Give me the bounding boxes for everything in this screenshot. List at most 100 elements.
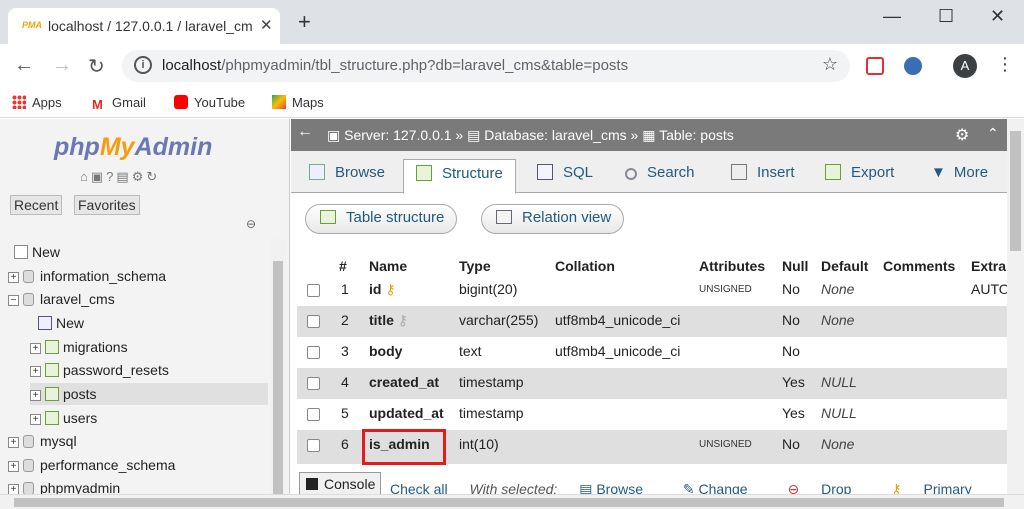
tree-item-users[interactable]: + users [30, 407, 97, 429]
expand-icon[interactable]: + [30, 390, 41, 401]
console-button[interactable]: Console [299, 472, 381, 496]
bookmark-apps[interactable]: Apps [12, 95, 62, 110]
column-name[interactable]: created_at [369, 374, 439, 390]
close-window-icon[interactable]: ✕ [990, 6, 1005, 27]
row-num: 1 [341, 281, 349, 297]
expand-icon[interactable]: + [8, 437, 19, 448]
row-num: 4 [341, 374, 349, 390]
tree-item-posts[interactable]: + posts [30, 383, 268, 405]
column-type: timestamp [459, 374, 524, 390]
column-default: NULL [821, 374, 857, 390]
table-icon [45, 387, 59, 401]
expand-icon[interactable]: + [8, 272, 19, 283]
expand-icon[interactable]: + [8, 461, 19, 472]
docs-icon[interactable]: ▤ [116, 169, 131, 184]
expand-icon[interactable]: + [30, 414, 41, 425]
tree-item-mysql[interactable]: + mysql [8, 430, 77, 452]
new-tab-button[interactable]: + [298, 11, 311, 33]
tab-search[interactable]: Search [625, 159, 695, 193]
back-icon[interactable]: ← [14, 54, 34, 77]
column-name[interactable]: updated_at [369, 405, 444, 421]
tree-item-information-schema[interactable]: + information_schema [8, 265, 166, 287]
row-checkbox[interactable] [307, 408, 320, 421]
bookmark-maps[interactable]: Maps [272, 95, 324, 110]
column-type: text [459, 343, 482, 359]
column-null: No [782, 436, 800, 452]
gmail-icon: M [92, 97, 103, 112]
minimize-icon[interactable]: — [883, 6, 901, 27]
tree-item-migrations[interactable]: + migrations [30, 336, 128, 358]
breadcrumb-text: ▣ Server: 127.0.0.1 » ▤ Database: larave… [327, 127, 734, 143]
settings-icon[interactable]: ⚙ [955, 125, 969, 145]
scrollbar-thumb[interactable] [273, 261, 283, 509]
main-vertical-scrollbar[interactable] [1007, 119, 1024, 495]
tab-close-icon[interactable]: ✕ [260, 16, 273, 34]
column-null: No [782, 343, 800, 359]
avatar[interactable]: A [953, 54, 977, 78]
column-name[interactable]: title ⚷ [369, 312, 408, 329]
recent-button[interactable]: Recent [10, 195, 63, 215]
browser-menu-icon[interactable]: ⋮ [996, 54, 1014, 75]
maximize-icon[interactable]: ☐ [938, 6, 954, 27]
extension-icon[interactable] [866, 57, 884, 75]
table-icon [45, 340, 59, 354]
relation-view-button[interactable]: Relation view [481, 204, 625, 234]
table-structure-button[interactable]: Table structure [305, 204, 458, 234]
row-checkbox[interactable] [307, 315, 320, 328]
tab-more[interactable]: ▼ More [931, 159, 988, 193]
settings-icon[interactable]: ⚙ [132, 169, 147, 184]
column-collation: utf8mb4_unicode_ci [555, 312, 681, 328]
link-icon[interactable]: ⊖ [246, 217, 256, 231]
favorites-button[interactable]: Favorites [74, 195, 140, 215]
column-null: No [782, 281, 800, 297]
collapse-icon[interactable]: − [8, 295, 19, 306]
tab-browse[interactable]: Browse [309, 159, 385, 193]
extension-icon[interactable] [904, 57, 922, 75]
column-name[interactable]: body [369, 343, 402, 359]
reload-nav-icon[interactable]: ↻ [146, 169, 160, 184]
forward-icon[interactable]: → [52, 54, 72, 77]
new-table-icon [38, 316, 52, 330]
collapse-nav-icon[interactable]: ← [297, 123, 313, 141]
breadcrumb-table[interactable]: Table: posts [659, 127, 734, 143]
tab-sql[interactable]: SQL [537, 159, 593, 193]
scrollbar-thumb[interactable] [1010, 131, 1021, 251]
tab-export[interactable]: Export [825, 159, 894, 193]
horizontal-scrollbar[interactable] [0, 494, 1024, 509]
address-bar[interactable]: i localhost/phpmyadmin/tbl_structure.php… [122, 50, 850, 82]
structure-subtabs: Table structure Relation view [291, 194, 1024, 244]
scrollbar-thumb[interactable] [14, 498, 1004, 507]
tree-item-new[interactable]: New [14, 241, 60, 263]
breadcrumb-server[interactable]: Server: 127.0.0.1 [344, 127, 451, 143]
export-icon [825, 164, 841, 180]
tree-item-laravel-cms[interactable]: − laravel_cms [8, 288, 115, 310]
expand-icon[interactable]: + [30, 366, 41, 377]
table-icon [45, 411, 59, 425]
row-checkbox[interactable] [307, 346, 320, 359]
breadcrumb-database[interactable]: Database: laravel_cms [484, 127, 626, 143]
url-text[interactable]: localhost/phpmyadmin/tbl_structure.php?d… [162, 57, 628, 74]
tree-item-password-resets[interactable]: + password_resets [30, 359, 169, 381]
tree-scrollbar[interactable] [270, 239, 286, 509]
bookmark-star-icon[interactable]: ☆ [822, 54, 838, 75]
tree-item-performance-schema[interactable]: + performance_schema [8, 454, 175, 476]
browser-tab[interactable]: PMA localhost / 127.0.0.1 / laravel_cms … [8, 8, 280, 44]
logout-icon[interactable]: ▣ [91, 169, 106, 184]
reload-icon[interactable]: ↻ [88, 54, 105, 79]
tab-insert[interactable]: Insert [731, 159, 795, 193]
info-icon[interactable]: i [134, 56, 152, 74]
row-checkbox[interactable] [307, 377, 320, 390]
tree-item-new-table[interactable]: New [38, 312, 84, 334]
scroll-top-icon[interactable]: ⌃ [987, 125, 999, 142]
sql-icon [537, 164, 553, 180]
help-icon[interactable]: ? [106, 169, 116, 184]
bookmark-youtube[interactable]: YouTube [174, 95, 245, 110]
expand-icon[interactable]: + [30, 343, 41, 354]
home-icon[interactable]: ⌂ [80, 169, 91, 184]
tab-structure[interactable]: Structure [403, 159, 516, 194]
bookmark-gmail[interactable]: M Gmail [92, 95, 146, 112]
phpmyadmin-logo[interactable]: phpMyAdmin [54, 133, 212, 162]
row-checkbox[interactable] [307, 439, 320, 452]
row-checkbox[interactable] [307, 284, 320, 297]
column-name[interactable]: id ⚷ [369, 281, 396, 298]
